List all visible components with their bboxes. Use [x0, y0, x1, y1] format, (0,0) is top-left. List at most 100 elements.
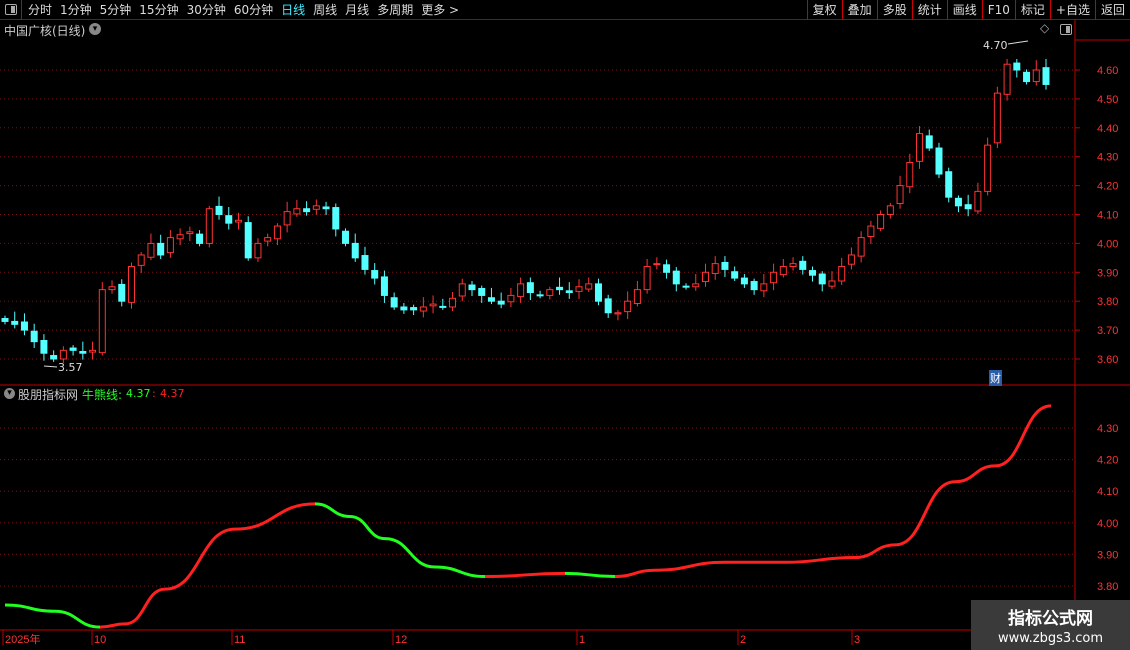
- candle: [176, 234, 184, 240]
- toolbar-button[interactable]: 复权: [806, 0, 842, 20]
- price-chart[interactable]: 4.60 4.50 4.40 4.30 4.20 4.10 4.00 3.90 3.80 3.70…: [0, 0, 1130, 650]
- price-tick-label: 3.80: [1097, 296, 1118, 308]
- candle: [351, 242, 359, 259]
- candle: [439, 305, 447, 308]
- price-tick-label: 4.40: [1097, 123, 1118, 135]
- bull-bear-line-segment: [54, 609, 101, 629]
- bull-bear-line-segment: [164, 527, 236, 591]
- bull-bear-line-segment: [384, 537, 436, 569]
- candle: [303, 208, 311, 213]
- panel-icon: [4, 4, 17, 15]
- candle: [1023, 71, 1031, 83]
- toolbar-button[interactable]: 叠加: [841, 0, 877, 20]
- low-price-label: 3.57: [58, 361, 83, 374]
- candle: [458, 283, 466, 297]
- finance-marker[interactable]: 财: [989, 370, 1002, 386]
- candle: [624, 300, 632, 313]
- candle: [196, 233, 204, 244]
- candle: [643, 266, 651, 291]
- candle: [984, 144, 992, 192]
- diamond-icon[interactable]: ◇: [1040, 21, 1049, 35]
- candle: [556, 286, 564, 291]
- candle: [594, 283, 602, 302]
- candle: [993, 92, 1001, 144]
- candle: [809, 270, 817, 276]
- candle: [137, 254, 145, 266]
- candle: [89, 349, 97, 353]
- indicator-name: 股朋指标网: [18, 388, 79, 402]
- candle: [1003, 63, 1011, 95]
- toolbar-button[interactable]: 标记: [1014, 0, 1050, 20]
- toolbar-button[interactable]: 多股: [876, 0, 912, 20]
- candle: [760, 283, 768, 292]
- candle: [711, 263, 719, 274]
- period-tab[interactable]: 30分钟: [183, 1, 230, 18]
- panel-toggle-icon[interactable]: [1060, 24, 1072, 35]
- candle: [701, 271, 709, 283]
- indicator-tick-label: 3.80: [1097, 581, 1118, 593]
- candle: [536, 294, 544, 297]
- candle: [98, 289, 106, 354]
- candle: [410, 307, 418, 311]
- candle: [449, 297, 457, 308]
- chevron-down-icon[interactable]: ▾: [89, 23, 101, 35]
- time-label: 2: [740, 634, 746, 646]
- toolbar-button[interactable]: 画线: [946, 0, 982, 20]
- bull-bear-line-segment: [234, 502, 316, 531]
- candle: [565, 290, 573, 294]
- candle: [663, 264, 671, 273]
- candle: [633, 289, 641, 305]
- period-tab[interactable]: 60分钟: [230, 1, 277, 18]
- candle: [847, 254, 855, 265]
- candle: [497, 300, 505, 305]
- bull-bear-line-segment: [954, 464, 996, 484]
- period-tab[interactable]: 1分钟: [56, 1, 96, 18]
- time-label: 12: [395, 634, 407, 646]
- candle: [59, 349, 67, 360]
- bull-bear-line-segment: [4, 603, 56, 613]
- indicator-tick-label: 4.00: [1097, 518, 1118, 530]
- candle: [526, 282, 534, 294]
- candle: [935, 147, 943, 175]
- candle: [857, 237, 865, 257]
- period-tab[interactable]: 月线: [341, 1, 373, 18]
- period-tab[interactable]: 多周期: [373, 1, 417, 18]
- bull-bear-line-segment: [564, 571, 616, 579]
- indicator-tick-label: 4.30: [1097, 423, 1118, 435]
- candle: [380, 276, 388, 296]
- candle: [322, 206, 330, 210]
- toolbar-button[interactable]: 统计: [911, 0, 947, 20]
- period-tab[interactable]: 15分钟: [135, 1, 182, 18]
- indicator-value-red: 4.37: [160, 387, 185, 400]
- candle: [244, 222, 252, 259]
- period-tab[interactable]: 分时: [24, 1, 56, 18]
- toolbar-button[interactable]: +自选: [1049, 0, 1095, 20]
- candle: [653, 263, 661, 266]
- period-tab[interactable]: 更多 >: [417, 1, 463, 18]
- candle: [507, 294, 515, 303]
- period-tab[interactable]: 日线: [277, 1, 309, 18]
- toolbar-button[interactable]: F10: [981, 0, 1015, 20]
- sidebar-toggle-button[interactable]: [0, 0, 22, 20]
- candle: [585, 283, 593, 290]
- price-tick-label: 3.70: [1097, 325, 1118, 337]
- candle: [614, 312, 622, 315]
- indicator-tick-label: 3.90: [1097, 549, 1118, 561]
- period-tab[interactable]: 5分钟: [96, 1, 136, 18]
- candle: [147, 242, 155, 258]
- candle: [166, 237, 174, 254]
- chevron-down-icon[interactable]: ▾: [4, 388, 15, 399]
- candle: [293, 208, 301, 215]
- candle: [400, 306, 408, 311]
- toolbar-button[interactable]: 返回: [1094, 0, 1130, 20]
- bull-bear-line-segment: [434, 565, 486, 579]
- high-arrow: [1007, 40, 1029, 45]
- indicator-value-green: 4.37: [126, 387, 151, 400]
- candle: [779, 266, 787, 276]
- high-price-label: 4.70: [983, 39, 1008, 52]
- toolbar: 分时 1分钟 5分钟 15分钟 30分钟 60分钟 日线 周线 月线 多周期 更多 > 复权 叠加 多股…: [0, 0, 1130, 20]
- period-tab[interactable]: 周线: [309, 1, 341, 18]
- candle: [50, 355, 58, 360]
- price-tick-label: 4.60: [1097, 65, 1118, 77]
- candle: [954, 197, 962, 207]
